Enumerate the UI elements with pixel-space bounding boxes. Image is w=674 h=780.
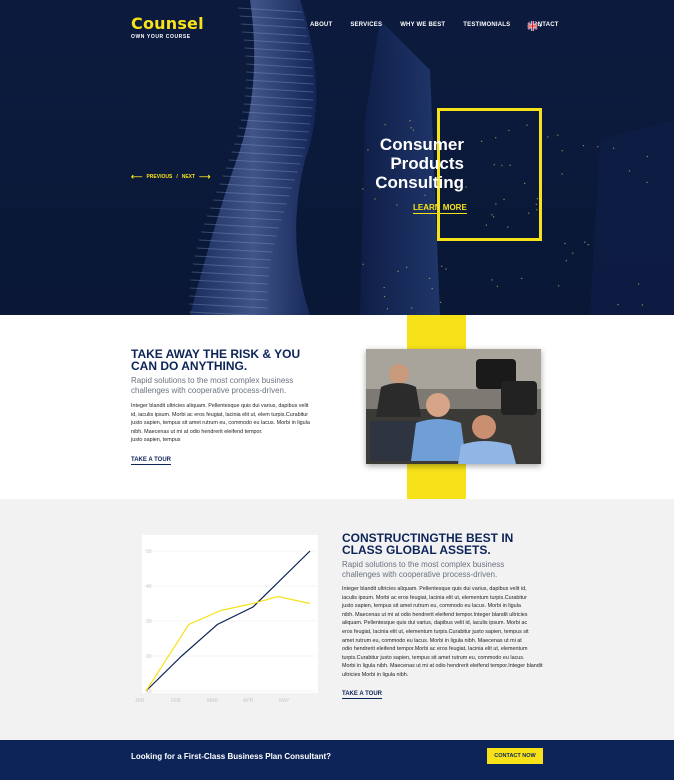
body-line: eros feugiat, lacinia elit ut, elementum… bbox=[342, 628, 529, 635]
series-line-1 bbox=[145, 595, 311, 692]
business-meeting-photo bbox=[366, 349, 541, 464]
lead-line: challenges with cooperative process-driv… bbox=[342, 569, 498, 579]
body-line: Morbi in ligula nibh. Maecenas ut mi at … bbox=[342, 663, 543, 670]
heading-line: CLASS GLOBAL ASSETS. bbox=[342, 543, 491, 557]
lead-line: Rapid solutions to the most complex busi… bbox=[131, 376, 294, 385]
language-selector[interactable] bbox=[527, 19, 542, 31]
prevnext-separator: / bbox=[176, 173, 178, 180]
body-line: amet rutrum eu, commodo eu lacus. Morbi … bbox=[342, 637, 522, 644]
assets-lead: Rapid solutions to the most complex busi… bbox=[342, 560, 562, 579]
y-tick-label: 20 bbox=[146, 654, 152, 660]
risk-lead: Rapid solutions to the most complex busi… bbox=[131, 376, 346, 395]
arrow-left-icon[interactable]: ⟵ bbox=[131, 172, 142, 181]
hero-title-line: Consumer bbox=[379, 135, 464, 154]
body-line: turpis.Curabitur justo sapien, tempus si… bbox=[342, 654, 525, 661]
line-chart-card: 10 20 30 40 50 bbox=[142, 535, 318, 695]
arrow-right-icon[interactable]: ⟶ bbox=[199, 172, 210, 181]
body-line: id, iaculis ipsum. Morbi ac eros feugiat… bbox=[131, 411, 309, 418]
heading-line: CAN DO ANYTHING. bbox=[131, 359, 248, 373]
contact-now-button[interactable]: CONTACT NOW bbox=[487, 748, 543, 764]
take-a-tour-link[interactable]: TAKE A TOUR bbox=[131, 457, 171, 465]
body-line: justo sapien, tempus sit amet rutrum eu,… bbox=[342, 603, 521, 610]
body-line: justo sapien, tempus sit amet rutrum eu,… bbox=[131, 420, 310, 427]
body-line: iaculis ipsum. Morbi ac eros feugiat, la… bbox=[342, 594, 527, 601]
nav-testimonials[interactable]: TESTIMONIALS bbox=[463, 22, 510, 28]
brand-name: Counsel bbox=[131, 14, 204, 33]
line-chart: 1020304050 bbox=[144, 549, 316, 695]
brand-logo[interactable]: Counsel OWN YOUR COURSE bbox=[131, 14, 204, 40]
body-line: aliquam. Pellentesque quis dui varius, d… bbox=[342, 620, 528, 627]
hero-title-line: Products bbox=[390, 154, 464, 173]
hero-title-line: Consulting bbox=[375, 173, 464, 192]
hero-title: Consumer Products Consulting bbox=[330, 135, 464, 192]
assets-body: Integer blandit ultricies aliquam. Pelle… bbox=[342, 585, 562, 680]
body-line: Integer blandit ultricies aliquam. Pelle… bbox=[131, 403, 309, 409]
y-tick-label: 30 bbox=[146, 619, 152, 625]
chevron-down-icon bbox=[539, 25, 542, 27]
body-line: odio hendrerit eleifend tempor.Morbi ac … bbox=[342, 646, 528, 653]
take-a-tour-link[interactable]: TAKE A TOUR bbox=[342, 691, 382, 699]
uk-flag-icon bbox=[527, 21, 542, 31]
prev-link[interactable]: PREVIOUS bbox=[146, 174, 172, 180]
body-line: nibh. Maecenas ut mi at odio hendrerit e… bbox=[342, 611, 528, 618]
y-tick-label: 50 bbox=[146, 549, 152, 555]
lead-line: challenges with cooperative process-driv… bbox=[131, 385, 287, 395]
hero-section: Counsel OWN YOUR COURSE ABOUT SERVICES W… bbox=[0, 0, 674, 315]
body-line: nibh. Maecenas ut mi at odio hendrerit e… bbox=[131, 428, 263, 435]
learn-more-link[interactable]: LEARN MORE bbox=[413, 203, 467, 214]
hero-slider-controls: ⟵ PREVIOUS / NEXT ⟶ bbox=[131, 172, 211, 181]
x-tick-label: MAY bbox=[279, 698, 290, 704]
y-tick-label: 40 bbox=[146, 584, 152, 590]
x-tick-label: APR bbox=[243, 698, 254, 704]
risk-heading: TAKE AWAY THE RISK & YOU CAN DO ANYTHING… bbox=[131, 348, 346, 372]
body-line: ultricies Morbi in ligula nibh. bbox=[342, 671, 409, 678]
assets-section: 10 20 30 40 50 CONSTRUCTINGTHE BEST IN CLASS… bbox=[0, 499, 674, 740]
nav-about[interactable]: ABOUT bbox=[310, 22, 332, 28]
x-tick-label: MAR bbox=[207, 698, 219, 704]
risk-section: TAKE AWAY THE RISK & YOU CAN DO ANYTHING… bbox=[0, 315, 674, 499]
cta-bar-text: Looking for a First-Class Business Plan … bbox=[131, 752, 332, 761]
brand-tagline: OWN YOUR COURSE bbox=[131, 34, 191, 40]
lead-line: Rapid solutions to the most complex busi… bbox=[342, 560, 505, 569]
body-line: justo sapien, tempus bbox=[131, 437, 181, 444]
next-link[interactable]: NEXT bbox=[182, 174, 195, 180]
x-tick-label: FEB bbox=[171, 698, 181, 704]
risk-body: Integer blandit ultricies aliquam. Pelle… bbox=[131, 402, 346, 445]
nav-why-we-best[interactable]: WHY WE BEST bbox=[400, 22, 445, 28]
cta-bar: Looking for a First-Class Business Plan … bbox=[0, 740, 674, 780]
body-line: Integer blandit ultricies aliquam. Pelle… bbox=[342, 586, 527, 592]
x-tick-label: JAN bbox=[135, 698, 145, 704]
assets-heading: CONSTRUCTINGTHE BEST IN CLASS GLOBAL ASS… bbox=[342, 532, 562, 556]
nav-services[interactable]: SERVICES bbox=[350, 22, 382, 28]
